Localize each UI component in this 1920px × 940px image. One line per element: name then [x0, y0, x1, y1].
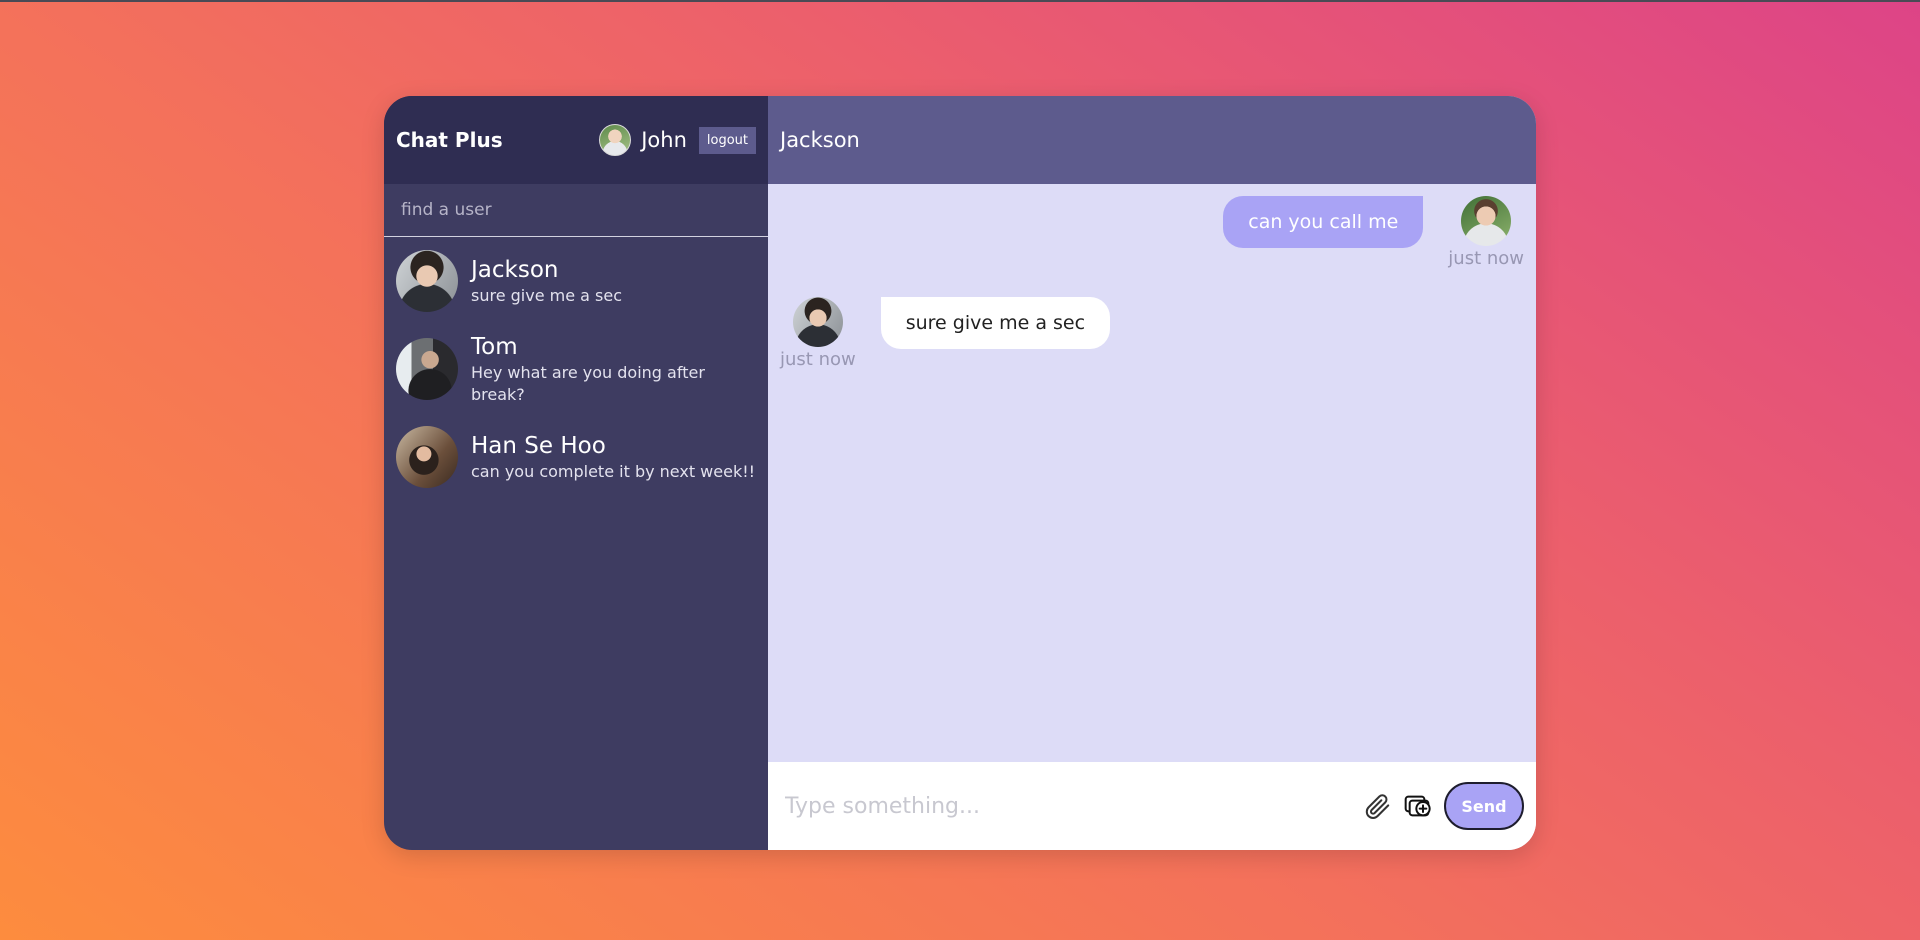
chat-name: Han Se Hoo [471, 433, 606, 459]
message-time: just now [1448, 248, 1524, 269]
composer: Send [768, 762, 1536, 850]
user-search [384, 184, 768, 237]
message-list: just now can you call me just now sure g… [768, 184, 1536, 762]
current-user-name: John [641, 128, 687, 152]
avatar [396, 250, 458, 312]
chat-item-tom[interactable]: Tom Hey what are you doing after break? [384, 334, 768, 404]
avatar [396, 426, 458, 488]
chat-app: Chat Plus John logout Jackson sure give … [384, 96, 1536, 850]
chat-name: Tom [471, 334, 518, 360]
paperclip-icon[interactable] [1360, 789, 1394, 823]
search-input[interactable] [399, 199, 753, 221]
sidebar-header: Chat Plus John logout [384, 96, 768, 184]
message-bubble: sure give me a sec [880, 297, 1111, 349]
chat-list: Jackson sure give me a sec Tom Hey what … [384, 237, 768, 513]
window-top-border [0, 0, 1920, 2]
avatar [792, 297, 843, 347]
chat-last-message: can you complete it by next week!! [471, 462, 756, 481]
message-time: just now [780, 349, 856, 370]
message-input[interactable] [783, 792, 1360, 820]
avatar [396, 338, 458, 400]
message-sent: just now can you call me [780, 196, 1524, 269]
app-logo: Chat Plus [396, 128, 503, 152]
message-bubble: can you call me [1223, 196, 1424, 248]
chat-name: Jackson [471, 257, 559, 283]
current-user-avatar [599, 124, 632, 156]
sidebar: Chat Plus John logout Jackson sure give … [384, 96, 768, 850]
message-received: just now sure give me a sec [780, 297, 1524, 370]
chat-title: Jackson [780, 128, 860, 152]
send-button[interactable]: Send [1444, 782, 1524, 830]
chat-panel: Jackson just now can you call me just no… [768, 96, 1536, 850]
avatar [1461, 196, 1512, 246]
chat-last-message: Hey what are you doing after break? [471, 363, 705, 404]
add-image-icon[interactable] [1402, 789, 1436, 823]
chat-last-message: sure give me a sec [471, 286, 623, 305]
chat-header: Jackson [768, 96, 1536, 184]
chat-item-han-se-hoo[interactable]: Han Se Hoo can you complete it by next w… [384, 425, 768, 489]
logout-button[interactable]: logout [698, 126, 756, 154]
chat-item-jackson[interactable]: Jackson sure give me a sec [384, 249, 768, 313]
